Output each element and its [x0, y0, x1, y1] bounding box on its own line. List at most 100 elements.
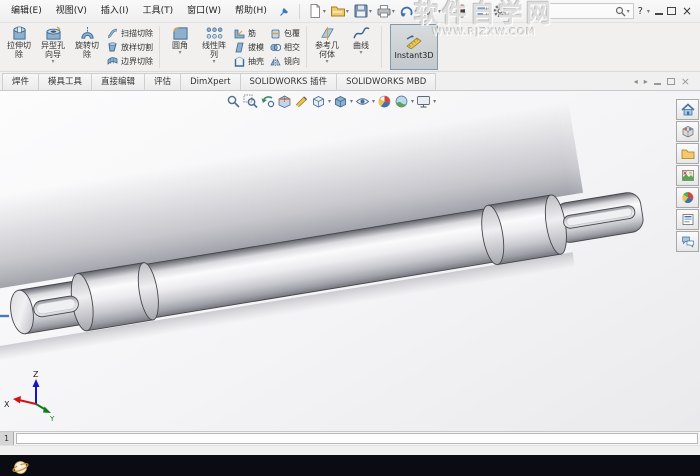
rib-icon [234, 29, 245, 38]
button-label: 包覆 [284, 28, 300, 38]
wrap-button[interactable]: 包覆 [270, 27, 300, 39]
chevron-down-icon[interactable]: ▾ [415, 8, 418, 15]
hole-wizard-button[interactable]: 异型孔 向导 ▾ [36, 24, 70, 70]
open-file-button[interactable]: ▾ [327, 3, 350, 19]
reference-geometry-button[interactable]: 参考几 何体 ▾ [310, 24, 344, 70]
draft-button[interactable]: 拔模 [234, 41, 264, 53]
close-button[interactable]: × [680, 5, 694, 17]
view-orientation-button[interactable] [311, 94, 326, 109]
linear-pattern-button[interactable]: 线性阵 列 ▾ [197, 24, 231, 70]
select-arrow-button[interactable]: ▾ [419, 3, 442, 19]
chevron-down-icon[interactable]: ▾ [647, 8, 650, 15]
chevron-down-icon[interactable]: ▾ [433, 98, 436, 105]
doc-close-button[interactable]: × [681, 76, 690, 87]
solidworks-taskbar-icon[interactable] [12, 459, 29, 476]
fillet-button[interactable]: 圆角 ▾ [163, 24, 197, 70]
menu-edit[interactable]: 编辑(E) [4, 0, 49, 22]
lofted-cut-button[interactable]: 放样切割 [107, 41, 153, 53]
instant3d-toggle[interactable]: Instant3D [390, 24, 438, 70]
chevron-down-icon[interactable]: ▾ [372, 98, 375, 105]
boundary-cut-button[interactable]: 边界切除 [107, 55, 153, 67]
mirror-button[interactable]: 镜向 [270, 55, 300, 67]
sketch-annotation-button[interactable] [294, 94, 309, 109]
ribbon-separator [306, 26, 307, 68]
menu-view[interactable]: 视图(V) [49, 0, 94, 22]
menu-help[interactable]: 帮助(H) [228, 0, 274, 22]
new-file-button[interactable]: ▾ [304, 3, 327, 19]
search-input[interactable]: ▾ [545, 3, 634, 19]
chevron-down-icon[interactable]: ▾ [323, 8, 326, 15]
rebuild-button[interactable] [451, 3, 470, 19]
status-field [16, 433, 698, 444]
display-style-button[interactable] [333, 94, 348, 109]
shell-button[interactable]: 抽壳 [234, 55, 264, 67]
view-settings-button[interactable] [416, 94, 431, 109]
file-properties-button[interactable] [470, 3, 489, 19]
zoom-to-fit-button[interactable] [226, 94, 241, 109]
chevron-down-icon[interactable]: ▾ [411, 98, 414, 105]
chevron-down-icon[interactable]: ▾ [51, 59, 54, 65]
tab-solidworks-addins[interactable]: SOLIDWORKS 插件 [239, 73, 338, 90]
design-library-button[interactable] [676, 121, 699, 142]
print-button[interactable]: ▾ [373, 3, 396, 19]
command-manager-tabs: 焊件 模具工具 直接编辑 评估 DimXpert SOLIDWORKS 插件 S… [0, 72, 700, 91]
chevron-down-icon[interactable]: ▾ [328, 98, 331, 105]
chevron-down-icon[interactable]: ▾ [346, 8, 349, 15]
help-button[interactable]: ? [638, 6, 643, 17]
menu-insert[interactable]: 插入(I) [94, 0, 136, 22]
appearances-scenes-button[interactable] [676, 187, 699, 208]
hole-wizard-icon [45, 26, 61, 40]
pin-menu-icon[interactable] [279, 6, 290, 17]
chevron-down-icon[interactable]: ▾ [212, 59, 215, 65]
save-button[interactable]: ▾ [350, 3, 373, 19]
apply-scene-button[interactable] [394, 94, 409, 109]
restore-button[interactable] [666, 7, 676, 15]
titlebar-right-cluster: ▾ ? ▾ × [545, 3, 700, 19]
z-axis-arrow [32, 379, 40, 387]
next-window-button[interactable]: ▸ [644, 77, 648, 86]
tab-dimxpert[interactable]: DimXpert [180, 73, 241, 90]
tab-evaluate[interactable]: 评估 [144, 73, 182, 90]
zoom-to-area-button[interactable] [243, 94, 258, 109]
custom-properties-button[interactable] [676, 209, 699, 230]
solidworks-resources-button[interactable] [676, 99, 699, 120]
previous-view-button[interactable] [260, 94, 275, 109]
minimize-button[interactable] [654, 13, 663, 15]
tab-mold-tools[interactable]: 模具工具 [38, 73, 93, 90]
tab-weldments[interactable]: 焊件 [2, 73, 40, 90]
edit-appearance-button[interactable] [377, 94, 392, 109]
solidworks-forum-button[interactable] [676, 231, 699, 252]
view-palette-button[interactable] [676, 165, 699, 186]
tab-direct-editing[interactable]: 直接编辑 [91, 73, 146, 90]
section-view-button[interactable] [277, 94, 292, 109]
extruded-cut-button[interactable]: 拉伸切 除 [2, 24, 36, 70]
swept-cut-button[interactable]: 扫描切除 [107, 27, 153, 39]
menu-tools[interactable]: 工具(T) [136, 0, 181, 22]
search-icon[interactable] [615, 6, 626, 17]
undo-button[interactable]: ▾ [396, 3, 419, 19]
chevron-down-icon[interactable]: ▾ [178, 50, 181, 56]
chevron-down-icon[interactable]: ▾ [627, 8, 630, 15]
menu-window[interactable]: 窗口(W) [180, 0, 228, 22]
chevron-down-icon[interactable]: ▾ [350, 98, 353, 105]
hide-show-items-button[interactable] [355, 94, 370, 109]
chevron-down-icon[interactable]: ▾ [392, 8, 395, 15]
intersect-button[interactable]: 相交 [270, 41, 300, 53]
toolbar-separator [445, 3, 447, 19]
curves-button[interactable]: 曲线 ▾ [344, 24, 378, 70]
doc-minimize-button[interactable] [653, 82, 661, 85]
chevron-down-icon[interactable]: ▾ [438, 8, 441, 15]
chevron-down-icon[interactable]: ▾ [325, 59, 328, 65]
previous-window-button[interactable]: ◂ [634, 77, 638, 86]
tab-solidworks-mbd[interactable]: SOLIDWORKS MBD [336, 73, 437, 90]
file-explorer-button[interactable] [676, 143, 699, 164]
shaft-model[interactable] [0, 93, 649, 372]
revolved-cut-button[interactable]: 旋转切 除 [70, 24, 104, 70]
chevron-down-icon[interactable]: ▾ [369, 8, 372, 15]
graphics-area[interactable]: Z X Y ▾ ▾ ▾ ▾ ▾ [0, 91, 700, 431]
chevron-down-icon[interactable]: ▾ [359, 50, 362, 56]
doc-restore-button[interactable] [666, 77, 675, 85]
features-stack-1: 筋 拔模 抽壳 [231, 24, 267, 70]
options-gear-button[interactable] [489, 3, 508, 19]
rib-button[interactable]: 筋 [234, 27, 264, 39]
